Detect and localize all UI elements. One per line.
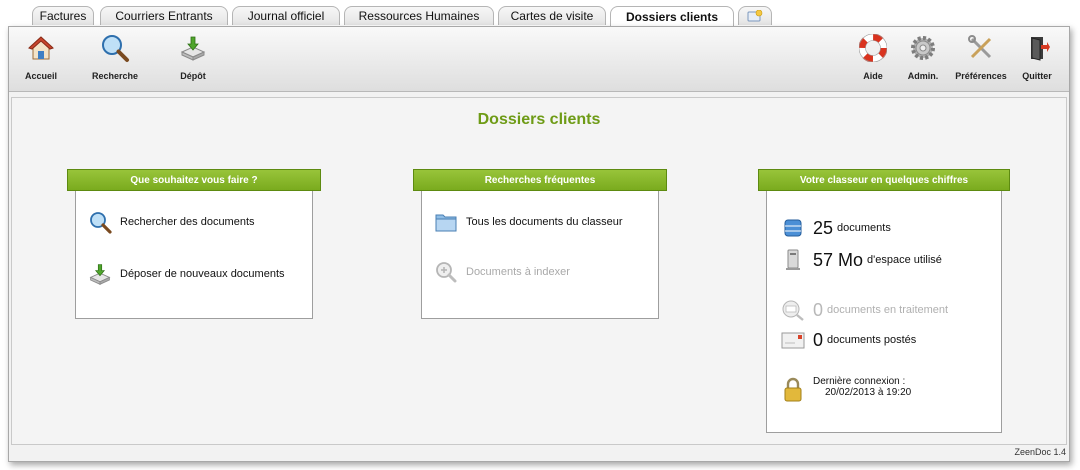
page-title: Dossiers clients: [477, 111, 601, 128]
documents-posted-value: 0: [813, 329, 824, 350]
all-documents-link[interactable]: Tous les documents du classeur: [434, 210, 623, 234]
last-login-value: 20/02/2013 à 19:20: [825, 387, 912, 398]
envelope-icon: [781, 328, 805, 352]
new-tab-button[interactable]: [738, 6, 772, 25]
home-button[interactable]: Accueil: [9, 33, 73, 87]
storage-used-unit: d'espace utilisé: [867, 254, 942, 266]
home-icon: [26, 33, 56, 63]
preferences-button[interactable]: Préférences: [949, 33, 1013, 87]
search-label: Recherche: [91, 71, 139, 81]
deposit-icon: [178, 33, 208, 63]
deposit-documents-link[interactable]: Déposer de nouveaux documents: [88, 262, 285, 286]
last-login-label: Dernière connexion :: [813, 376, 906, 387]
padlock-icon: [781, 377, 805, 402]
ocr-scanner-icon: [781, 298, 805, 322]
toolbar: Accueil Recherche Dépôt Aide Admin. Préf…: [9, 27, 1069, 92]
admin-button[interactable]: Admin.: [891, 33, 955, 87]
tools-icon: [966, 33, 996, 63]
server-icon: [781, 248, 805, 272]
admin-label: Admin.: [907, 71, 939, 81]
app-version: ZeenDoc 1.4: [1014, 447, 1066, 457]
deposit-button[interactable]: Dépôt: [161, 33, 225, 87]
search-button[interactable]: Recherche: [83, 33, 147, 87]
documents-count-value: 25: [813, 217, 834, 238]
storage-used-value: 57 Mo: [813, 249, 864, 270]
storage-used: 57 Mo d'espace utilisé: [781, 248, 942, 272]
documents-processing-value: 0: [813, 299, 824, 320]
quit-label: Quitter: [1022, 71, 1052, 81]
tab-label: Journal officiel: [247, 9, 325, 23]
tab-dossiers-clients[interactable]: Dossiers clients: [610, 6, 734, 26]
actions-panel-header: Que souhaitez vous faire ?: [67, 169, 321, 191]
tab-label: Dossiers clients: [625, 9, 719, 24]
folder-icon: [434, 210, 458, 234]
stats-panel: 25 documents 57 Mo d'espace utilisé 0 do…: [766, 185, 1002, 433]
deposit-documents-label: Déposer de nouveaux documents: [120, 268, 285, 280]
documents-to-index-label: Documents à indexer: [466, 266, 570, 278]
documents-count-unit: documents: [837, 222, 891, 234]
stats-panel-header: Votre classeur en quelques chiffres: [758, 169, 1010, 191]
documents-posted: 0 documents postés: [781, 328, 916, 352]
search-documents-link[interactable]: Rechercher des documents: [88, 210, 255, 234]
zoom-icon: [434, 260, 458, 284]
application-window: Accueil Recherche Dépôt Aide Admin. Préf…: [8, 26, 1070, 462]
quit-button[interactable]: Quitter: [1005, 33, 1069, 87]
home-label: Accueil: [24, 71, 57, 81]
deposit-icon: [88, 262, 112, 286]
tab-journal-officiel[interactable]: Journal officiel: [232, 6, 340, 25]
actions-panel: Rechercher des documents Déposer de nouv…: [75, 185, 313, 319]
gear-icon: [908, 33, 938, 63]
tab-label: Ressources Humaines: [358, 9, 480, 23]
tab-bar: Factures Courriers Entrants Journal offi…: [18, 6, 1068, 27]
tab-ressources-humaines[interactable]: Ressources Humaines: [344, 6, 494, 25]
tab-label: Courriers Entrants: [115, 9, 213, 23]
all-documents-label: Tous les documents du classeur: [466, 216, 623, 228]
tab-label: Factures: [39, 9, 87, 23]
tab-label: Cartes de visite: [510, 9, 594, 23]
new-tab-icon: [747, 10, 763, 22]
last-login-text: Dernière connexion : 20/02/2013 à 19:20: [813, 376, 911, 398]
frequent-searches-header: Recherches fréquentes: [413, 169, 667, 191]
last-login: Dernière connexion : 20/02/2013 à 19:20: [781, 376, 911, 402]
database-icon: [781, 216, 805, 240]
frequent-searches-panel: Tous les documents du classeur Documents…: [421, 185, 659, 319]
help-label: Aide: [863, 71, 883, 81]
magnifier-icon: [100, 33, 130, 63]
documents-count: 25 documents: [781, 216, 891, 240]
search-documents-label: Rechercher des documents: [120, 216, 255, 228]
tab-cartes-de-visite[interactable]: Cartes de visite: [498, 6, 606, 25]
exit-door-icon: [1022, 33, 1052, 63]
documents-processing-unit: documents en traitement: [827, 304, 949, 316]
magnifier-icon: [88, 210, 112, 234]
deposit-label: Dépôt: [180, 71, 206, 81]
tab-courriers-entrants[interactable]: Courriers Entrants: [100, 6, 228, 25]
documents-processing: 0 documents en traitement: [781, 298, 948, 322]
lifebuoy-icon: [858, 33, 888, 63]
documents-to-index-link: Documents à indexer: [434, 260, 570, 284]
documents-posted-unit: documents postés: [827, 334, 917, 346]
tab-factures[interactable]: Factures: [32, 6, 94, 25]
preferences-label: Préférences: [955, 71, 1007, 81]
